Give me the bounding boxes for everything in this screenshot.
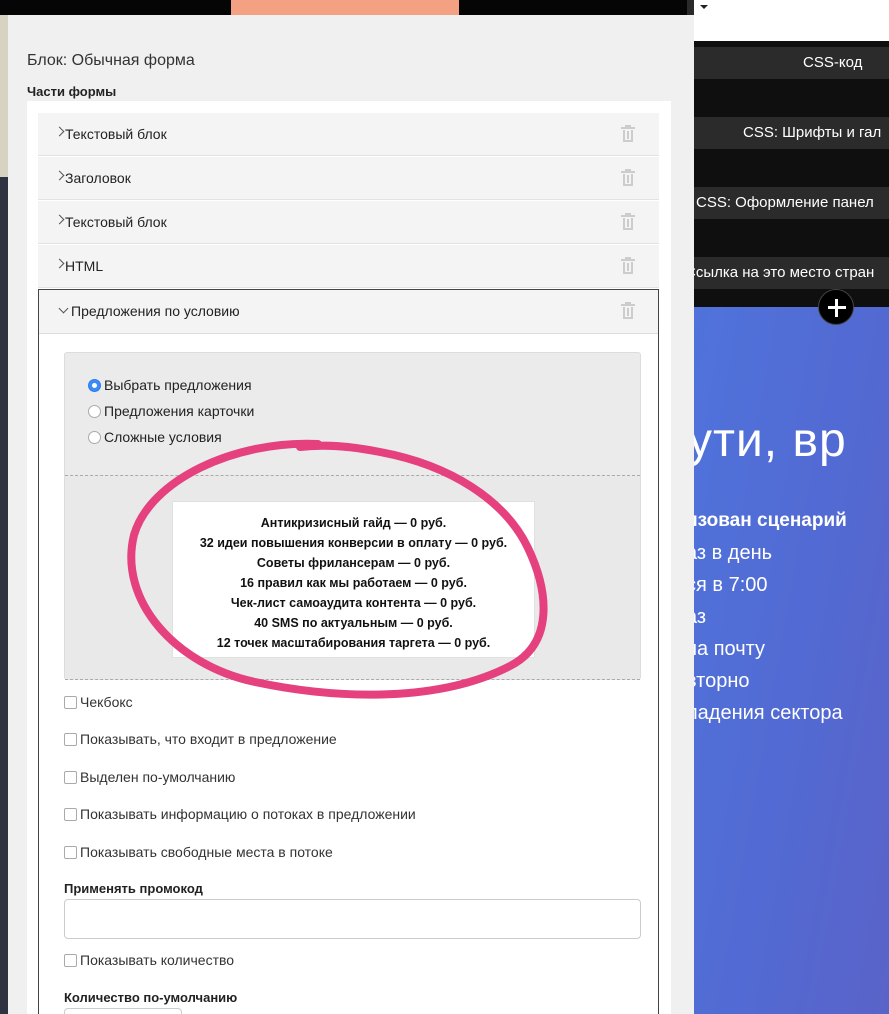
hero-text-line: на почту	[694, 638, 766, 660]
checkbox[interactable]	[64, 696, 77, 709]
hero-text-line: вторно	[694, 670, 750, 692]
offer-item: 16 правил как мы работаем — 0 руб.	[240, 576, 467, 590]
default-quantity-label: Количество по-умолчанию	[64, 990, 238, 1005]
hero-title: ути, вр	[694, 414, 847, 467]
form-editor-panel: Блок: Обычная форма Части формы Текстовы…	[8, 15, 694, 1014]
form-part-conditional-offers: Предложения по условию Выбрать предложен…	[38, 289, 659, 1014]
preview-controls: CSS-код CSS: Шрифты и гал CSS: Оформлени…	[694, 41, 889, 307]
form-part-label: Заголовок	[65, 170, 131, 186]
hero-text-line: изован сценарий	[694, 510, 847, 531]
offer-item: Советы фрилансерам — 0 руб.	[256, 556, 451, 570]
hero-section: ути, вр изован сценарий аз в день ся в 7…	[694, 307, 889, 1014]
active-tab-indicator[interactable]	[231, 0, 459, 15]
css-panel-style-button[interactable]: CSS: Оформление панел	[694, 187, 889, 219]
conditional-offers-header[interactable]: Предложения по условию	[39, 290, 658, 334]
offers-drop-area[interactable]: Антикризисный гайд — 0 руб. 32 идеи повы…	[65, 475, 640, 680]
form-part-html[interactable]: HTML	[38, 245, 659, 288]
form-part-heading[interactable]: Заголовок	[38, 157, 659, 200]
chevron-right-icon[interactable]	[54, 170, 65, 181]
trash-icon[interactable]	[621, 169, 635, 186]
form-parts-heading: Части формы	[27, 84, 117, 99]
plus-icon[interactable]	[818, 289, 854, 325]
selected-offers-list[interactable]: Антикризисный гайд — 0 руб. 32 идеи повы…	[172, 501, 535, 658]
checkbox[interactable]	[64, 771, 77, 784]
form-part-label: Предложения по условию	[71, 303, 240, 319]
offer-item: 40 SMS по актуальным — 0 руб.	[254, 616, 453, 630]
background-strip	[0, 15, 8, 1014]
caret-down-icon[interactable]	[700, 5, 708, 9]
checkbox[interactable]	[64, 954, 77, 967]
checkbox[interactable]	[64, 846, 77, 859]
radio-button[interactable]	[88, 431, 101, 444]
chevron-right-icon[interactable]	[54, 258, 65, 269]
offer-item: Антикризисный гайд — 0 руб.	[260, 516, 447, 530]
radio-button[interactable]	[88, 405, 101, 418]
checkbox[interactable]	[64, 733, 77, 746]
hero-text-line: аз в день	[694, 542, 773, 564]
offer-item: 12 точек масштабирования таргета — 0 руб…	[216, 636, 491, 650]
offer-item: Чек-лист самоаудита контента — 0 руб.	[230, 596, 477, 610]
radio-button[interactable]	[88, 379, 101, 392]
chevron-right-icon[interactable]	[54, 214, 65, 225]
top-tab-bar	[0, 0, 687, 15]
default-quantity-input[interactable]	[64, 1008, 182, 1014]
trash-icon[interactable]	[621, 302, 635, 319]
css-code-button[interactable]: CSS-код	[694, 47, 889, 79]
form-part-label: Текстовый блок	[65, 126, 167, 142]
trash-icon[interactable]	[621, 125, 635, 142]
hero-text-line: ладения сектора	[694, 702, 843, 724]
hero-text-line: ся в 7:00	[694, 574, 768, 596]
page-preview: CSS-код CSS: Шрифты и гал CSS: Оформлени…	[694, 0, 889, 1014]
checkbox[interactable]	[64, 808, 77, 821]
form-part-label: Текстовый блок	[65, 214, 167, 230]
promo-input[interactable]	[64, 899, 641, 939]
trash-icon[interactable]	[621, 213, 635, 230]
anchor-link-button[interactable]: Ссылка на это место стран	[694, 257, 889, 289]
promo-label: Применять промокод	[64, 881, 203, 896]
chevron-down-icon[interactable]	[58, 303, 69, 314]
trash-icon[interactable]	[621, 257, 635, 274]
preview-toolbar	[694, 0, 889, 41]
block-title: Блок: Обычная форма	[27, 52, 195, 69]
hero-text-line: аз	[694, 606, 707, 628]
css-fonts-button[interactable]: CSS: Шрифты и гал	[694, 117, 889, 149]
chevron-right-icon[interactable]	[54, 126, 65, 137]
form-part-text-block[interactable]: Текстовый блок	[38, 113, 659, 156]
form-parts-list: Текстовый блок Заголовок Текстовый блок …	[27, 101, 671, 1014]
offers-selector: Выбрать предложения Предложения карточки…	[64, 352, 641, 680]
form-part-text-block[interactable]: Текстовый блок	[38, 201, 659, 244]
offer-item: 32 идеи повышения конверсии в оплату — 0…	[199, 536, 508, 550]
form-part-label: HTML	[65, 258, 104, 274]
